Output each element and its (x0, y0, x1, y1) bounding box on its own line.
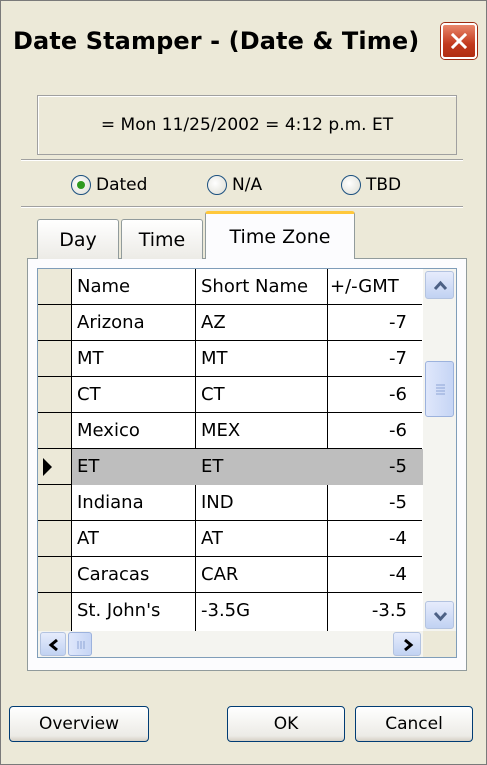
cell-gmt: -3.5 (371, 600, 407, 621)
cell-gmt: -7 (389, 348, 407, 369)
table-row[interactable]: MT MT -7 (38, 341, 422, 377)
header-gmt[interactable]: +/-GMT (328, 269, 423, 305)
current-row-arrow-icon (43, 458, 52, 476)
cell-name: Caracas (77, 564, 150, 585)
cancel-label: Cancel (385, 714, 443, 734)
grip-icon (77, 641, 85, 649)
window-title: Date Stamper - (Date & Time) (13, 27, 420, 55)
radio-tbd[interactable]: TBD (341, 175, 401, 195)
scroll-thumb-vertical[interactable] (425, 361, 454, 417)
chevron-left-icon (48, 638, 58, 652)
horizontal-scrollbar[interactable] (38, 631, 423, 657)
scroll-up-button[interactable] (425, 271, 454, 299)
radio-empty-icon (341, 175, 361, 195)
cell-gmt: -6 (389, 420, 407, 441)
cell-short-name: AT (201, 528, 223, 549)
table-row[interactable]: Mexico MEX -6 (38, 413, 422, 449)
radio-selected-icon (71, 175, 91, 195)
table-row-selected[interactable]: ET ET -5 (38, 449, 423, 485)
cell-short-name: MEX (201, 420, 241, 441)
cell-short-name: AZ (201, 312, 226, 333)
table-row[interactable]: St. John's -3.5G -3.5 (38, 593, 422, 631)
cell-gmt: -4 (389, 564, 407, 585)
cell-name: Indiana (77, 492, 144, 513)
chevron-down-icon (433, 611, 448, 622)
radio-label-tbd: TBD (366, 175, 402, 195)
close-icon (451, 33, 467, 49)
cell-gmt: -5 (328, 449, 423, 485)
scroll-thumb-horizontal[interactable] (68, 632, 92, 656)
cell-short-name: CAR (201, 564, 239, 585)
chevron-right-icon (404, 638, 414, 652)
radio-label-dated: Dated (96, 175, 148, 195)
close-button[interactable] (441, 23, 477, 59)
overview-label: Overview (38, 714, 120, 734)
cell-gmt: -5 (389, 492, 407, 513)
cell-name: ET (72, 449, 196, 485)
cell-short-name: MT (201, 348, 228, 369)
table-row[interactable]: Caracas CAR -4 (38, 557, 422, 593)
cell-name: MT (77, 348, 104, 369)
time-zone-grid: Name Short Name +/-GMT Arizona AZ -7 MT … (37, 268, 457, 658)
cancel-button[interactable]: Cancel (355, 706, 473, 742)
title-bar: Date Stamper - (Date & Time) (1, 1, 486, 89)
header-name[interactable]: Name (72, 269, 196, 305)
scroll-down-button[interactable] (425, 601, 454, 629)
grip-icon (436, 384, 445, 395)
tab-day-label: Day (59, 228, 97, 251)
table-row[interactable]: CT CT -6 (38, 377, 422, 413)
header-short-name[interactable]: Short Name (196, 269, 328, 305)
grid-header: Name Short Name +/-GMT (38, 269, 422, 305)
radio-label-na: N/A (232, 175, 263, 195)
cell-name: Mexico (77, 420, 140, 441)
ok-button[interactable]: OK (227, 706, 345, 742)
datetime-display: = Mon 11/25/2002 = 4:12 p.m. ET (37, 95, 457, 155)
cell-short-name: CT (201, 384, 225, 405)
table-row[interactable]: Indiana IND -5 (38, 485, 422, 521)
radio-dated[interactable]: Dated (71, 175, 147, 195)
scroll-left-button[interactable] (40, 632, 66, 656)
ok-label: OK (273, 714, 299, 734)
cell-gmt: -7 (389, 312, 407, 333)
cell-gmt: -4 (389, 528, 407, 549)
tab-time-zone-label: Time Zone (229, 225, 331, 248)
table-row[interactable]: Arizona AZ -7 (38, 305, 422, 341)
vertical-scrollbar[interactable] (423, 269, 456, 631)
tab-day[interactable]: Day (37, 219, 119, 259)
cell-name: CT (77, 384, 101, 405)
cell-name: Arizona (77, 312, 145, 333)
chevron-up-icon (433, 280, 448, 291)
cell-gmt: -6 (389, 384, 407, 405)
tab-time[interactable]: Time (121, 219, 203, 259)
radio-empty-icon (207, 175, 227, 195)
tab-time-label: Time (138, 228, 186, 251)
cell-short-name: IND (201, 492, 234, 513)
scrollbar-corner (423, 631, 456, 657)
cell-short-name: ET (196, 449, 328, 485)
separator-middle (21, 206, 463, 208)
scroll-right-button[interactable] (393, 632, 421, 656)
overview-button[interactable]: Overview (9, 706, 149, 742)
tab-time-zone[interactable]: Time Zone (205, 211, 355, 259)
radio-na[interactable]: N/A (207, 175, 262, 195)
date-stamper-dialog: Date Stamper - (Date & Time) = Mon 11/25… (0, 0, 487, 765)
table-row[interactable]: AT AT -4 (38, 521, 422, 557)
cell-short-name: -3.5G (201, 600, 251, 621)
cell-name: St. John's (77, 600, 161, 621)
datetime-text: = Mon 11/25/2002 = 4:12 p.m. ET (100, 115, 394, 135)
cell-name: AT (77, 528, 99, 549)
separator-top (21, 159, 463, 161)
